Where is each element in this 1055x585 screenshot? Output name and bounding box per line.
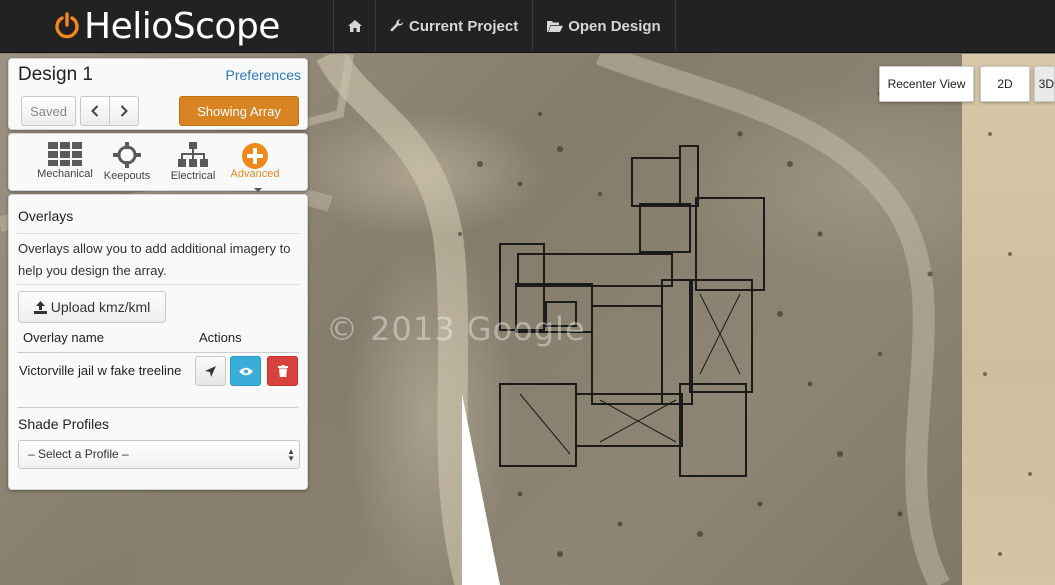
top-navbar: HelioScope Current Project Open Design <box>0 0 1055 53</box>
upload-kmz-label: Upload kmz/kml <box>50 299 151 315</box>
toggle-overlay-visibility-button[interactable] <box>230 356 261 386</box>
tool-advanced-label: Advanced <box>230 168 280 180</box>
upload-icon <box>33 300 47 314</box>
nav-open-design[interactable]: Open Design <box>533 0 676 52</box>
grid-icon <box>48 142 82 166</box>
divider <box>17 233 299 234</box>
active-tool-caret <box>254 188 262 192</box>
brand-logo[interactable]: HelioScope <box>0 0 334 52</box>
tool-mechanical[interactable]: Mechanical <box>34 138 96 188</box>
nav-home[interactable] <box>334 0 376 52</box>
preferences-link[interactable]: Preferences <box>226 67 301 83</box>
tool-keepouts[interactable]: Keepouts <box>96 138 158 188</box>
tool-electrical-label: Electrical <box>170 170 216 182</box>
col-actions: Actions <box>199 330 242 345</box>
tool-keepouts-label: Keepouts <box>103 170 151 182</box>
keepout-crosshair-icon <box>113 142 141 168</box>
tools-panel: Mechanical Keepouts Electrical Advanced <box>8 133 308 192</box>
view-2d-button[interactable]: 2D <box>980 66 1030 102</box>
saved-button[interactable]: Saved <box>21 96 76 126</box>
home-icon <box>347 20 362 32</box>
showing-array-button[interactable]: Showing Array <box>179 96 299 126</box>
power-icon <box>55 12 79 39</box>
map-wedge-artifact <box>462 394 500 585</box>
locate-overlay-button[interactable] <box>195 356 226 386</box>
overlays-panel: Overlays Overlays allow you to add addit… <box>8 194 308 490</box>
tool-electrical[interactable]: Electrical <box>162 138 224 188</box>
tool-mechanical-label: Mechanical <box>37 168 93 180</box>
shade-profile-select[interactable]: – Select a Profile – ▲ ▼ <box>18 440 300 469</box>
location-arrow-icon <box>205 365 216 377</box>
overlay-row-name: Victorville jail w fake treeline <box>19 363 182 378</box>
nav-open-design-label: Open Design <box>568 17 661 35</box>
tool-advanced[interactable]: Advanced <box>224 138 286 188</box>
design-title: Design 1 <box>18 64 93 85</box>
previous-button[interactable] <box>80 96 110 126</box>
shade-profiles-title: Shade Profiles <box>18 416 110 432</box>
col-overlay-name: Overlay name <box>23 330 104 345</box>
nav-current-project-label: Current Project <box>409 17 519 35</box>
sitemap-icon <box>178 142 208 167</box>
view-3d-button[interactable]: 3D <box>1034 66 1055 102</box>
shade-profile-select-value: – Select a Profile – <box>28 447 129 461</box>
nav-current-project[interactable]: Current Project <box>376 0 534 52</box>
brand-name: HelioScope <box>84 5 280 47</box>
eye-icon <box>238 367 253 375</box>
divider <box>17 284 299 285</box>
delete-overlay-button[interactable] <box>267 356 298 386</box>
select-arrows-icon: ▲ ▼ <box>287 447 295 463</box>
overlays-title: Overlays <box>18 208 74 224</box>
plus-circle-icon <box>242 143 268 169</box>
divider <box>17 407 299 408</box>
wrench-icon <box>390 19 404 32</box>
chevron-left-icon <box>91 105 99 117</box>
folder-open-icon <box>547 20 564 32</box>
map-watermark: © 2013 Google <box>326 310 586 348</box>
trash-icon <box>277 365 288 377</box>
upload-kmz-button[interactable]: Upload kmz/kml <box>18 291 166 323</box>
divider <box>17 352 299 353</box>
overlays-description: Overlays allow you to add additional ima… <box>18 241 291 278</box>
next-button[interactable] <box>109 96 139 126</box>
design-panel: Design 1 Preferences Saved Showing Array <box>8 58 308 130</box>
recenter-view-button[interactable]: Recenter View <box>879 66 974 102</box>
chevron-right-icon <box>120 105 128 117</box>
